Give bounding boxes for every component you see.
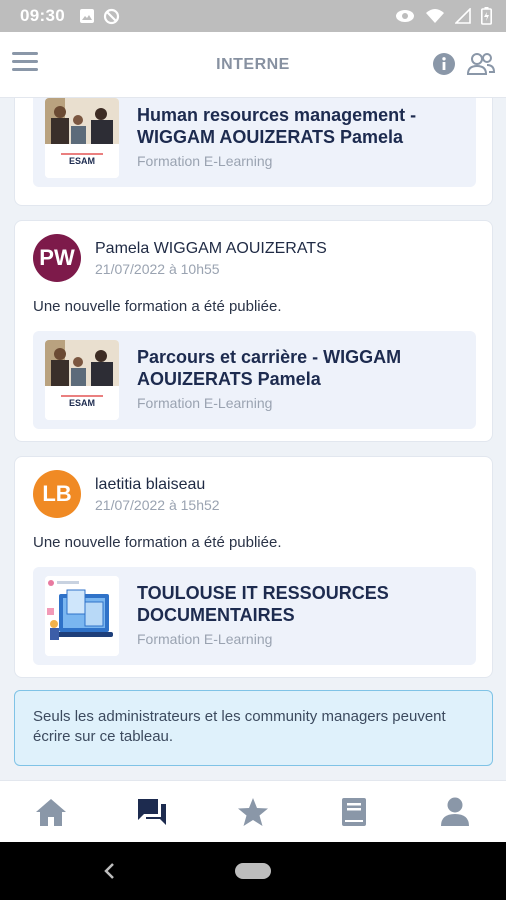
nav-home[interactable] [0,781,101,842]
book-icon [342,797,367,826]
status-bar: 09:30 [0,0,506,32]
training-attachment[interactable]: ESAM Parcours et carrière - WIGGAM AOUIZ… [33,331,476,429]
avatar[interactable]: LB [33,470,81,518]
training-photo: ESAM [45,98,119,178]
chat-icon [137,798,166,825]
nav-chat[interactable] [101,781,202,842]
nav-favorites[interactable] [202,781,303,842]
battery-icon [481,7,492,25]
training-type: Formation E-Learning [137,631,273,647]
post-date: 21/07/2022 à 10h55 [95,261,220,277]
signal-icon [455,8,471,24]
post-card: PW Pamela WIGGAM AOUIZERATS 21/07/2022 à… [14,220,493,442]
system-nav-bar [0,842,506,900]
wifi-icon [426,9,444,23]
training-title: Parcours et carrière - WIGGAM AOUIZERATS… [137,347,402,389]
post-text: Une nouvelle formation a été publiée. [33,534,282,551]
training-type: Formation E-Learning [137,153,273,169]
star-icon [238,797,268,826]
training-title: Human resources management - WIGGAM AOUI… [137,105,417,147]
status-time: 09:30 [20,6,65,25]
avatar[interactable]: PW [33,234,81,282]
training-attachment[interactable]: ESAM Human resources management - WIGGAM… [33,98,476,187]
training-title: TOULOUSE IT RESSOURCES DOCUMENTAIRES [137,583,389,625]
image-icon [79,9,94,23]
training-attachment[interactable]: TOULOUSE IT RESSOURCES DOCUMENTAIRES For… [33,567,476,665]
members-icon[interactable] [466,51,496,77]
post-text: Une nouvelle formation a été publiée. [33,298,282,315]
back-icon[interactable] [100,861,120,881]
post-date: 21/07/2022 à 15h52 [95,497,220,513]
info-icon[interactable] [432,52,456,76]
bottom-nav [0,780,506,842]
home-icon [35,798,66,826]
data-saver-icon [103,8,120,24]
documents-illustration [45,576,119,656]
training-thumbnail: ESAM [45,98,119,178]
nav-library[interactable] [304,781,405,842]
nav-profile[interactable] [405,781,506,842]
page-title: INTERNE [216,55,290,73]
training-thumbnail: ESAM [45,340,119,420]
post-card: LB laetitia blaiseau 21/07/2022 à 15h52 … [14,456,493,678]
training-type: Formation E-Learning [137,395,273,411]
training-photo: ESAM [45,340,119,420]
feed[interactable]: ESAM Human resources management - WIGGAM… [0,98,506,780]
post-author[interactable]: laetitia blaiseau [95,476,205,494]
permissions-notice: Seuls les administrateurs et les communi… [14,690,493,766]
home-pill[interactable] [235,863,271,879]
app-header: INTERNE [0,32,506,98]
training-thumbnail [45,576,119,656]
eye-icon [396,10,414,22]
thumb-caption: ESAM [69,156,95,166]
profile-icon [441,797,470,826]
thumb-caption: ESAM [69,398,95,408]
post-card: ESAM Human resources management - WIGGAM… [14,98,493,206]
post-author[interactable]: Pamela WIGGAM AOUIZERATS [95,240,327,258]
